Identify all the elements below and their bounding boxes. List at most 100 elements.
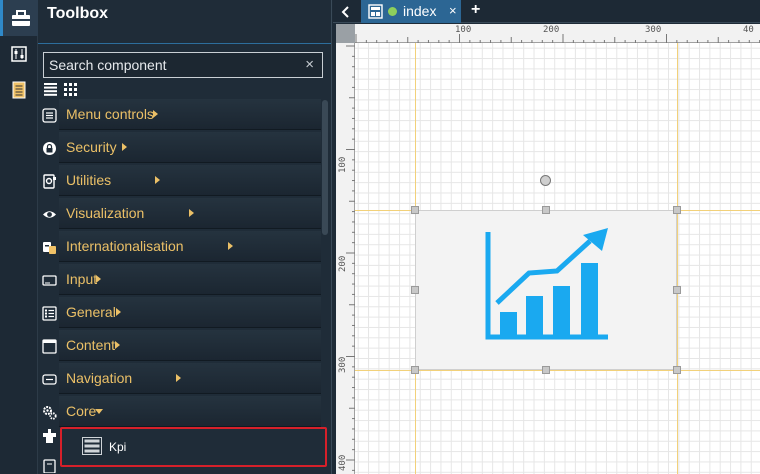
category-navigation-bar[interactable]: Navigation (59, 363, 321, 394)
category-input-bar[interactable]: Input (59, 264, 321, 295)
clear-search-icon[interactable]: × (305, 56, 314, 73)
category-internationalisation-bar[interactable]: Internationalisation (59, 231, 321, 262)
toolbox-title: Toolbox (47, 5, 109, 22)
expand-arrow-icon (115, 341, 120, 349)
chevron-left-icon (341, 5, 349, 18)
scrollbar-thumb[interactable] (322, 100, 328, 235)
icon-rail (0, 0, 38, 474)
search-input[interactable] (44, 53, 322, 77)
expand-arrow-icon (228, 242, 233, 250)
rail-toolbox-button[interactable] (0, 0, 38, 36)
category-content-bar[interactable]: Content (59, 330, 321, 361)
resize-handle-bottom[interactable] (542, 366, 550, 374)
expand-arrow-icon (155, 176, 160, 184)
properties-icon (11, 46, 27, 62)
category-menu-controls-bar[interactable]: Menu controls (59, 99, 321, 130)
ruler-left-label: 200 (338, 255, 348, 272)
ruler-top-label: 100 (455, 25, 472, 35)
category-visualization-bar[interactable]: Visualization (59, 198, 321, 229)
resize-handle-top[interactable] (542, 206, 550, 214)
resize-handle-bottom-right[interactable] (673, 366, 681, 374)
kpi-widget[interactable] (415, 210, 677, 370)
tab-index[interactable]: index × (361, 0, 461, 23)
grid-view-icon[interactable] (64, 83, 77, 96)
expand-arrow-icon (96, 275, 101, 283)
ruler-top: 100 200 300 40 (355, 24, 760, 43)
core-item-icon-2 (43, 459, 56, 473)
category-label: Input (66, 271, 98, 287)
toolbox-icon (11, 10, 30, 26)
category-core-bar[interactable]: Core (59, 396, 321, 427)
toolbox-panel: Toolbox × Menu controls (38, 0, 332, 474)
resize-handle-right[interactable] (673, 286, 681, 294)
kpi-list-icon (82, 437, 102, 455)
category-general[interactable]: General (38, 297, 332, 330)
design-canvas[interactable]: 100 200 300 40 100 200 300 400 (336, 24, 760, 474)
tab-scroll-back-button[interactable] (333, 0, 357, 23)
rotate-handle[interactable] (540, 175, 551, 186)
internationalisation-icon (43, 242, 56, 254)
toolbox-scrollbar[interactable] (322, 100, 329, 470)
category-utilities[interactable]: Utilities (38, 165, 332, 198)
category-internationalisation[interactable]: Internationalisation (38, 231, 332, 264)
alignment-guide (677, 43, 678, 474)
ruler-top-label: 40 (743, 25, 754, 35)
rail-documents-button[interactable] (0, 72, 38, 108)
ruler-left: 100 200 300 400 (336, 43, 355, 474)
category-label: Security (66, 139, 117, 155)
add-tab-button[interactable]: + (471, 1, 480, 19)
general-icon (42, 306, 57, 321)
component-kpi[interactable]: Kpi (60, 427, 327, 467)
expand-arrow-icon (176, 374, 181, 382)
document-list-icon (12, 81, 26, 99)
resize-handle-top-right[interactable] (673, 206, 681, 214)
category-utilities-bar[interactable]: Utilities (59, 165, 321, 196)
lock-icon (43, 142, 56, 155)
category-label: Visualization (66, 205, 145, 221)
tab-bar: index × + (333, 0, 760, 23)
ruler-corner (336, 24, 355, 43)
input-icon (42, 275, 57, 286)
toolbox-header: Toolbox (38, 0, 331, 44)
category-navigation[interactable]: Navigation (38, 363, 332, 396)
category-label: General (66, 304, 116, 320)
rail-properties-button[interactable] (0, 36, 38, 72)
gears-icon (43, 406, 57, 420)
ruler-top-label: 200 (543, 25, 560, 35)
category-label: Utilities (66, 172, 112, 188)
ruler-left-label: 400 (338, 454, 348, 471)
expand-arrow-icon (116, 308, 121, 316)
utilities-icon (43, 174, 56, 189)
category-security-bar[interactable]: Security (59, 132, 321, 163)
close-icon[interactable]: × (449, 3, 457, 18)
expand-arrow-icon (122, 143, 127, 151)
resize-handle-left[interactable] (411, 286, 419, 294)
kpi-chart-icon (485, 228, 608, 340)
resize-handle-top-left[interactable] (411, 206, 419, 214)
category-general-bar[interactable]: General (59, 297, 321, 328)
saved-status-dot (388, 7, 397, 16)
collapse-arrow-icon (95, 409, 103, 414)
page-layout-icon (368, 4, 383, 19)
category-label: Content (66, 337, 116, 353)
category-label: Menu controls (66, 106, 154, 122)
tab-index-label: index (403, 3, 437, 19)
expand-arrow-icon (189, 209, 194, 217)
resize-handle-bottom-left[interactable] (411, 366, 419, 374)
ruler-left-label: 100 (338, 156, 348, 173)
category-label: Core (66, 403, 97, 419)
navigation-icon (42, 374, 57, 385)
category-content[interactable]: Content (38, 330, 332, 363)
category-security[interactable]: Security (38, 132, 332, 165)
category-visualization[interactable]: Visualization (38, 198, 332, 231)
category-input[interactable]: Input (38, 264, 332, 297)
ruler-left-label: 300 (338, 356, 348, 373)
search-box: × (43, 52, 323, 78)
list-view-icon[interactable] (44, 83, 57, 96)
category-menu-controls[interactable]: Menu controls (38, 99, 332, 132)
content-icon (42, 339, 57, 354)
menu-controls-icon (42, 108, 57, 123)
ruler-top-label: 300 (645, 25, 662, 35)
expand-arrow-icon (153, 110, 158, 118)
category-core[interactable]: Core (38, 396, 332, 429)
